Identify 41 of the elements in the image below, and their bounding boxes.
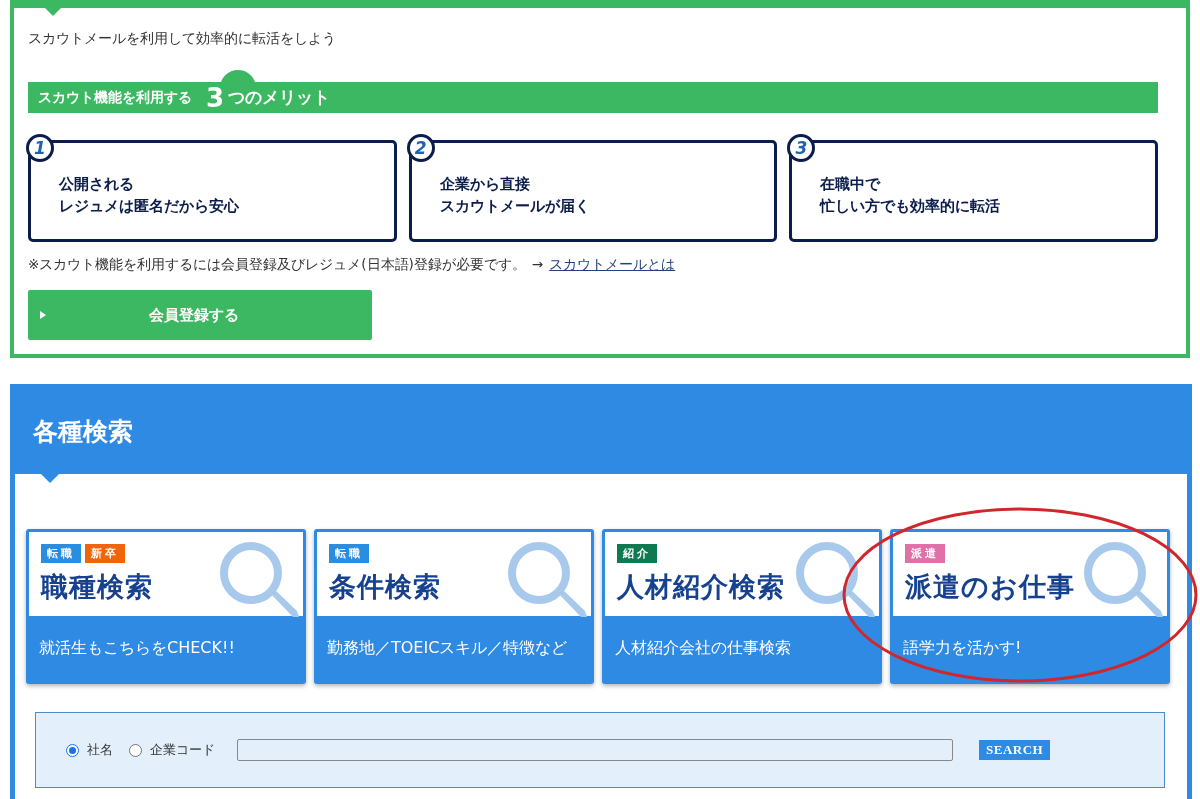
search-card[interactable]: 紹介 人材紹介検索 人材紹介会社の仕事検索 bbox=[602, 529, 882, 684]
card-title: 職種検索 bbox=[41, 570, 154, 604]
category-tag: 新卒 bbox=[85, 544, 125, 563]
merit-number: 3 bbox=[787, 134, 816, 162]
search-field[interactable] bbox=[237, 739, 953, 761]
category-tag: 紹介 bbox=[617, 544, 657, 563]
search-title: 各種検索 bbox=[33, 416, 133, 448]
search-button[interactable]: SEARCH bbox=[979, 740, 1051, 760]
intro-text: スカウトメールを利用して効率的に転活をしよう bbox=[28, 30, 337, 48]
radio-button[interactable] bbox=[129, 743, 142, 757]
card-subtitle: 語学力を活かす! bbox=[893, 616, 1167, 681]
merit-number: 1 bbox=[26, 134, 54, 162]
search-card[interactable]: 転職 新卒 職種検索 就活生もこちらをCHECK!! bbox=[26, 529, 306, 684]
radio-label: 企業コード bbox=[150, 741, 215, 759]
merit-text: スカウトメールが届く bbox=[439, 196, 590, 217]
banner-number: 3 bbox=[206, 84, 225, 111]
card-title: 条件検索 bbox=[329, 570, 442, 604]
arrow-text: → bbox=[531, 256, 544, 272]
category-tag: 派遣 bbox=[905, 544, 945, 563]
scout-mail-link[interactable]: スカウトメールとは bbox=[549, 256, 676, 274]
card-subtitle: 人材紹介会社の仕事検索 bbox=[605, 616, 879, 681]
card-subtitle: 勤務地／TOEICスキル／特徴など bbox=[317, 616, 591, 681]
merit-text: レジュメは匿名だから安心 bbox=[59, 196, 239, 217]
note-text: ※スカウト機能を利用するには会員登録及びレジュメ(日本語)登録が必要です。 bbox=[28, 256, 526, 274]
merit-number: 2 bbox=[406, 134, 435, 162]
search-card[interactable]: 派遣 派遣のお仕事 語学力を活かす! bbox=[890, 529, 1170, 684]
banner-lead: スカウト機能を利用する bbox=[38, 88, 192, 107]
radio-label: 社名 bbox=[87, 741, 113, 759]
category-tag: 転職 bbox=[41, 544, 81, 563]
card-title: 人材紹介検索 bbox=[617, 570, 786, 604]
radio-button[interactable] bbox=[66, 743, 79, 757]
search-card[interactable]: 転職 条件検索 勤務地／TOEICスキル／特徴など bbox=[314, 529, 594, 684]
pointer-notch bbox=[44, 7, 62, 16]
merit-text: 公開される bbox=[59, 174, 135, 196]
banner-tail: つのメリット bbox=[228, 86, 331, 109]
merit-text: 忙しい方でも効率的に転活 bbox=[820, 196, 1001, 217]
category-tag: 転職 bbox=[329, 544, 369, 563]
card-subtitle: 就活生もこちらをCHECK!! bbox=[29, 616, 303, 681]
merit-text: 在職中で bbox=[820, 174, 882, 196]
merit-text: 企業から直接 bbox=[439, 174, 531, 196]
card-title: 派遣のお仕事 bbox=[905, 570, 1076, 604]
